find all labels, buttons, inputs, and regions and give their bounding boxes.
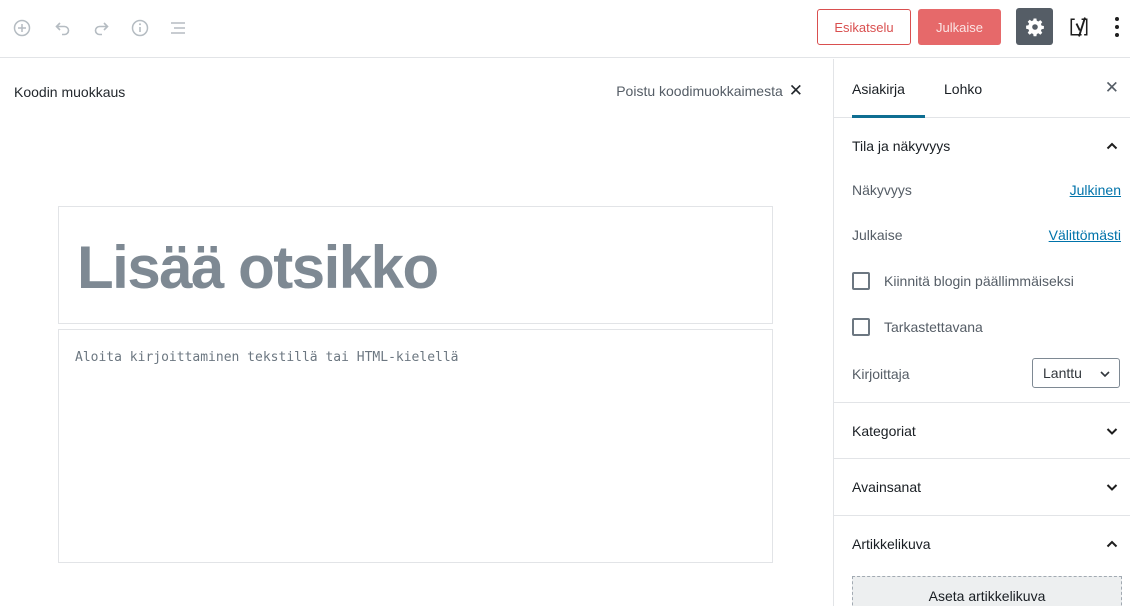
sticky-checkbox[interactable]	[852, 272, 870, 290]
more-vertical-icon[interactable]	[1109, 12, 1125, 42]
undo-icon[interactable]	[51, 16, 75, 40]
categories-title: Kategoriat	[852, 422, 916, 439]
post-content-textarea[interactable]	[75, 350, 755, 550]
featured-image-toggle[interactable]: Artikkelikuva	[834, 516, 1130, 572]
gear-icon	[1025, 18, 1044, 36]
featured-image-title: Artikkelikuva	[852, 536, 931, 552]
tags-toggle[interactable]: Avainsanat	[834, 459, 1130, 515]
visibility-label: Näkyvyys	[852, 182, 912, 198]
close-icon: ✕	[788, 81, 803, 100]
chevron-down-icon	[1100, 371, 1110, 378]
info-icon[interactable]	[128, 16, 152, 40]
settings-sidebar: Asiakirja Lohko ✕ Tila ja näkyvyys Näkyv…	[833, 59, 1130, 606]
author-label: Kirjoittaja	[852, 366, 910, 382]
sticky-checkbox-row[interactable]: Kiinnitä blogin päällimmäiseksi	[852, 272, 1074, 290]
code-editor-header: Koodin muokkaus Poistu koodimuokkaimesta…	[0, 59, 833, 121]
tags-title: Avainsanat	[852, 479, 922, 495]
chevron-down-icon	[1106, 427, 1118, 435]
pending-review-checkbox-row[interactable]: Tarkastettavana	[852, 318, 983, 336]
chevron-up-icon	[1106, 142, 1118, 150]
preview-button[interactable]: Esikatselu	[817, 9, 911, 45]
author-select[interactable]: Lanttu	[1032, 358, 1120, 388]
tab-block[interactable]: Lohko	[944, 59, 982, 118]
chevron-up-icon	[1106, 540, 1118, 548]
chevron-down-icon	[1106, 484, 1118, 491]
publish-date-label: Julkaise	[852, 227, 903, 243]
block-navigation-icon[interactable]	[166, 16, 190, 40]
visibility-link[interactable]: Julkinen	[1070, 182, 1121, 198]
set-featured-image-button[interactable]: Aseta artikkelikuva	[852, 576, 1122, 606]
author-select-value: Lanttu	[1043, 365, 1082, 381]
pending-review-checkbox[interactable]	[852, 318, 870, 336]
sticky-label: Kiinnitä blogin päällimmäiseksi	[884, 273, 1074, 289]
exit-code-editor-button[interactable]: Poistu koodimuokkaimesta ✕	[616, 82, 803, 99]
exit-code-editor-label: Poistu koodimuokkaimesta	[616, 82, 783, 99]
publish-button[interactable]: Julkaise	[918, 9, 1001, 45]
status-visibility-toggle[interactable]: Tila ja näkyvyys	[834, 119, 1130, 173]
sidebar-tabs: Asiakirja Lohko ✕	[834, 59, 1130, 118]
close-sidebar-icon[interactable]: ✕	[1105, 79, 1119, 96]
tab-document[interactable]: Asiakirja	[852, 59, 925, 118]
redo-icon[interactable]	[89, 16, 113, 40]
publish-date-link[interactable]: Välittömästi	[1049, 227, 1121, 243]
post-content-box	[58, 329, 773, 563]
status-visibility-title: Tila ja näkyvyys	[852, 138, 951, 154]
post-title-box	[58, 206, 773, 324]
yoast-button[interactable]	[1064, 13, 1094, 41]
categories-toggle[interactable]: Kategoriat	[834, 403, 1130, 458]
code-editor-heading: Koodin muokkaus	[14, 84, 126, 100]
editor-toolbar: Esikatselu Julkaise	[0, 0, 1130, 58]
settings-button[interactable]	[1016, 8, 1053, 45]
post-title-input[interactable]	[77, 227, 757, 307]
pending-review-label: Tarkastettavana	[884, 319, 983, 335]
yoast-icon	[1070, 17, 1088, 37]
add-block-icon[interactable]	[10, 16, 34, 40]
